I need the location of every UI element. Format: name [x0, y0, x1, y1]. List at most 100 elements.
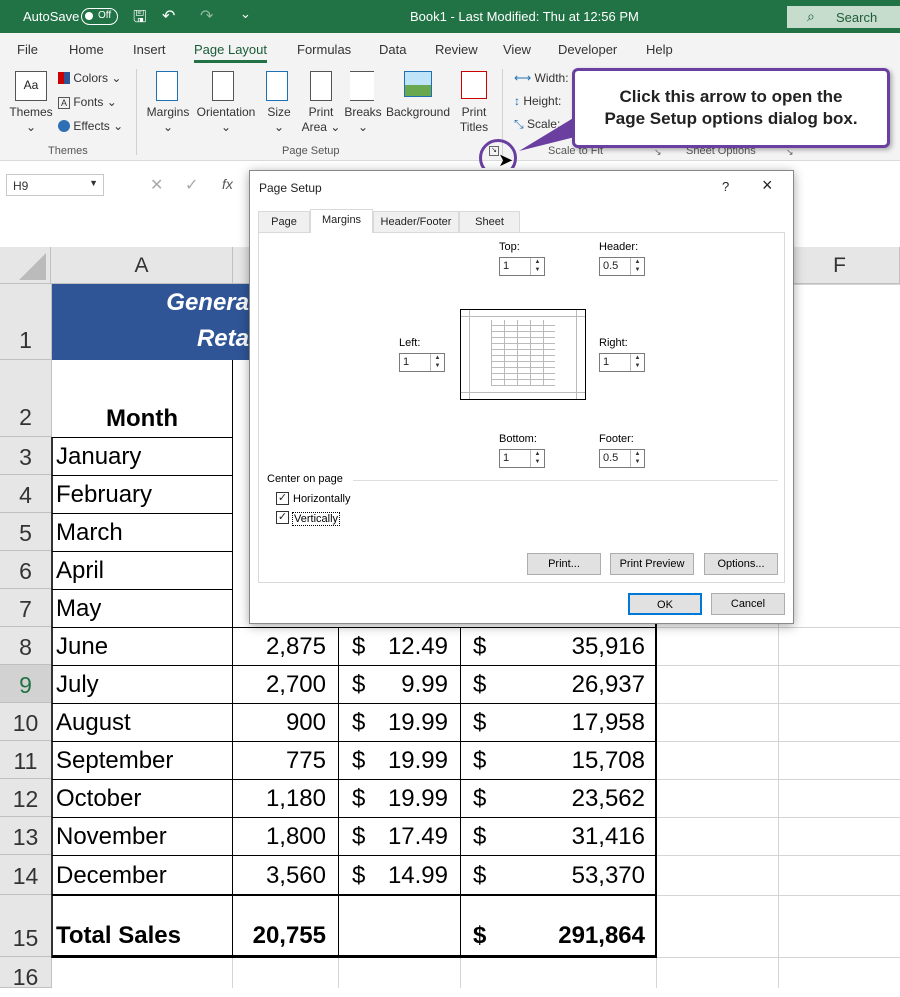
redo-icon[interactable]: ↷ [200, 6, 213, 26]
tab-insert[interactable]: Insert [133, 42, 166, 57]
price-cell[interactable]: 12.49 [339, 633, 448, 661]
row-header-8[interactable]: 8 [0, 627, 51, 665]
tab-page[interactable]: Page [258, 211, 310, 232]
size-button[interactable]: Size ⌄ [264, 105, 294, 135]
customize-qat-icon[interactable]: ⌄ [240, 6, 251, 22]
price-cell[interactable]: 14.99 [339, 862, 448, 890]
background-button[interactable]: Background [385, 105, 451, 120]
total-sales-cell[interactable]: 291,864 [461, 922, 645, 950]
right-spinner[interactable]: 1 ▲ ▼ [599, 353, 645, 372]
spin-arrows-icon[interactable]: ▲ ▼ [430, 354, 444, 371]
options-button[interactable]: Options... [704, 553, 778, 575]
left-spinner[interactable]: 1 ▲ ▼ [399, 353, 445, 372]
units-cell[interactable]: 900 [233, 709, 326, 737]
footer-spinner[interactable]: 0.5 ▲ ▼ [599, 449, 645, 468]
month-cell[interactable]: January [56, 443, 141, 471]
total-cell[interactable]: 26,937 [461, 671, 645, 699]
row-header-11[interactable]: 11 [0, 741, 51, 779]
price-cell[interactable]: 17.49 [339, 823, 448, 851]
width-control[interactable]: ⟷ Width: [514, 71, 569, 85]
month-cell[interactable]: October [56, 785, 141, 813]
total-cell[interactable]: 35,916 [461, 633, 645, 661]
margins-button[interactable]: Margins ⌄ [145, 105, 191, 135]
sheet-options-launcher-icon[interactable]: ↘ [786, 147, 794, 158]
tab-file[interactable]: File [17, 42, 38, 57]
month-cell[interactable]: June [56, 633, 108, 661]
row-header-7[interactable]: 7 [0, 589, 51, 627]
units-cell[interactable]: 775 [233, 747, 326, 775]
tab-home[interactable]: Home [69, 42, 104, 57]
total-sales-label[interactable]: Total Sales [56, 922, 181, 950]
print-area-button[interactable]: Print Area ⌄ [300, 105, 342, 135]
units-cell[interactable]: 1,180 [233, 785, 326, 813]
header-spinner[interactable]: 0.5 ▲ ▼ [599, 257, 645, 276]
row-header-4[interactable]: 4 [0, 475, 51, 513]
themes-button[interactable]: Themes ⌄ [6, 105, 56, 135]
tab-formulas[interactable]: Formulas [297, 42, 351, 57]
month-header[interactable]: Month [52, 405, 232, 433]
month-cell[interactable]: July [56, 671, 99, 699]
ok-button[interactable]: OK [628, 593, 702, 615]
units-cell[interactable]: 2,700 [233, 671, 326, 699]
save-icon[interactable]: 🖫 [133, 6, 147, 33]
tab-margins[interactable]: Margins [310, 209, 373, 233]
units-cell[interactable]: 2,875 [233, 633, 326, 661]
row-header-10[interactable]: 10 [0, 703, 51, 741]
tab-sheet[interactable]: Sheet [459, 211, 520, 232]
total-cell[interactable]: 15,708 [461, 747, 645, 775]
undo-icon[interactable]: ↶ [162, 6, 175, 26]
vertically-checkbox[interactable]: ✓ [276, 511, 289, 524]
print-titles-button[interactable]: Print Titles [455, 105, 493, 135]
spin-arrows-icon[interactable]: ▲ ▼ [530, 450, 544, 467]
column-header-a[interactable]: A [51, 247, 233, 284]
spin-arrows-icon[interactable]: ▲ ▼ [530, 258, 544, 275]
help-button[interactable]: ? [722, 179, 729, 194]
fx-icon[interactable]: fx [222, 176, 233, 192]
month-cell[interactable]: April [56, 557, 104, 585]
print-preview-button[interactable]: Print Preview [610, 553, 694, 575]
breaks-button[interactable]: Breaks ⌄ [344, 105, 382, 135]
month-cell[interactable]: February [56, 481, 152, 509]
tab-review[interactable]: Review [435, 42, 478, 57]
fonts-button[interactable]: A Fonts ⌄ [58, 95, 117, 109]
row-header-14[interactable]: 14 [0, 855, 51, 895]
colors-button[interactable]: Colors ⌄ [58, 71, 121, 85]
select-all-corner[interactable] [0, 247, 51, 284]
row-header-2[interactable]: 2 [0, 360, 51, 437]
price-cell[interactable]: 19.99 [339, 709, 448, 737]
close-icon[interactable]: × [762, 175, 773, 196]
autosave-toggle[interactable]: Off [81, 8, 118, 25]
scale-launcher-icon[interactable]: ↘ [654, 147, 662, 158]
bottom-spinner[interactable]: 1 ▲ ▼ [499, 449, 545, 468]
month-cell[interactable]: May [56, 595, 101, 623]
total-cell[interactable]: 17,958 [461, 709, 645, 737]
row-header-15[interactable]: 15 [0, 895, 51, 957]
cancel-button[interactable]: Cancel [711, 593, 785, 615]
month-cell[interactable]: March [56, 519, 123, 547]
month-cell[interactable]: August [56, 709, 131, 737]
tab-header-footer[interactable]: Header/Footer [373, 211, 459, 232]
price-cell[interactable]: 9.99 [339, 671, 448, 699]
row-header-12[interactable]: 12 [0, 779, 51, 817]
row-header-5[interactable]: 5 [0, 513, 51, 551]
total-units-cell[interactable]: 20,755 [233, 922, 326, 950]
column-header-f[interactable]: F [779, 247, 900, 284]
spin-arrows-icon[interactable]: ▲ ▼ [630, 450, 644, 467]
top-spinner[interactable]: 1 ▲ ▼ [499, 257, 545, 276]
month-cell[interactable]: December [56, 862, 167, 890]
tab-help[interactable]: Help [646, 42, 673, 57]
height-control[interactable]: ↕ Height: [514, 94, 561, 108]
orientation-button[interactable]: Orientation ⌄ [194, 105, 258, 135]
price-cell[interactable]: 19.99 [339, 747, 448, 775]
cancel-icon[interactable]: ✕ [150, 175, 163, 195]
month-cell[interactable]: September [56, 747, 173, 775]
month-cell[interactable]: November [56, 823, 167, 851]
print-button[interactable]: Print... [527, 553, 601, 575]
search-box[interactable]: ⌕ Search [787, 6, 900, 28]
tab-developer[interactable]: Developer [558, 42, 617, 57]
row-header-9[interactable]: 9 [0, 665, 51, 703]
row-header-1[interactable]: 1 [0, 284, 51, 360]
horizontally-checkbox[interactable]: ✓ [276, 492, 289, 505]
row-header-6[interactable]: 6 [0, 551, 51, 589]
name-box[interactable]: H9 ▼ [6, 174, 104, 196]
